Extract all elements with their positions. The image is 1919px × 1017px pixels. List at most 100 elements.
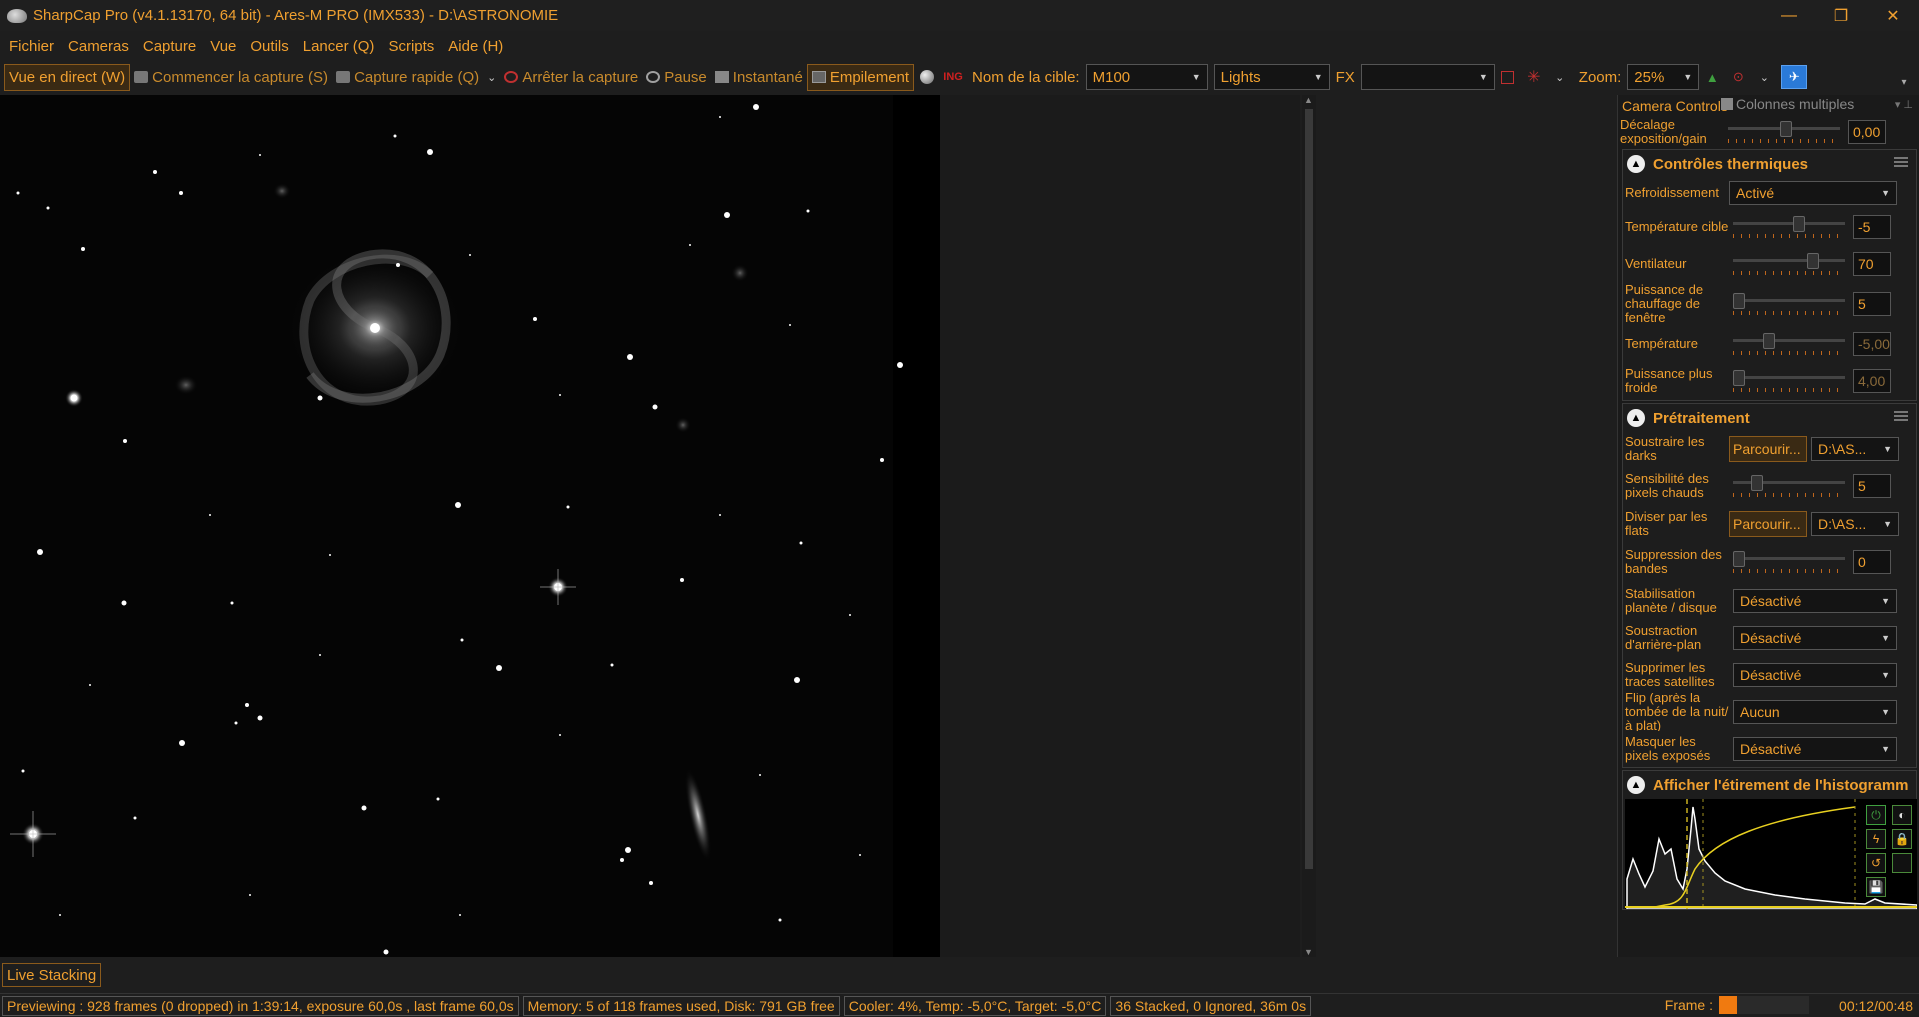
thermal-header[interactable]: ▲ Contrôles thermiques [1623, 150, 1916, 178]
hot-pixels-value[interactable]: 5 [1853, 474, 1891, 498]
flip-select[interactable]: Aucun ▼ [1733, 700, 1897, 724]
satellite-select[interactable]: Désactivé ▼ [1733, 662, 1897, 687]
viewport-scrollbar[interactable]: ▲ ▼ [1302, 95, 1316, 957]
menu-fichier[interactable]: Fichier [2, 38, 61, 55]
darks-path-select[interactable]: D:\AS... ▼ [1811, 437, 1899, 461]
heater-row: Puissance de chauffage de fenêtre 5 [1623, 282, 1916, 326]
frame-type-combo[interactable]: Lights ▼ [1213, 64, 1330, 90]
stop-capture-button[interactable]: Arrêter la capture [500, 64, 642, 91]
chevron-up-icon[interactable]: ▲ [1627, 776, 1645, 794]
hamburger-menu-icon[interactable] [1894, 411, 1908, 421]
flats-path-select[interactable]: D:\AS... ▼ [1811, 512, 1899, 536]
preprocessing-header[interactable]: ▲ Prétraitement [1623, 404, 1916, 432]
pin-icon[interactable]: ▾ ⊥ [1895, 98, 1913, 111]
flats-browse-button[interactable]: Parcourir... [1729, 511, 1807, 537]
snapshot-button[interactable]: Instantané [711, 64, 807, 91]
menu-scripts[interactable]: Scripts [381, 38, 441, 55]
stacked-image [0, 95, 940, 957]
histogram-header[interactable]: ▲ Afficher l'étirement de l'histogramm [1623, 771, 1916, 799]
menu-lancer[interactable]: Lancer (Q) [296, 38, 382, 55]
save-icon[interactable]: 💾 [1866, 877, 1886, 897]
chevron-down-icon[interactable]: ⌄ [1755, 68, 1773, 86]
fx-combo[interactable]: ▼ [1360, 64, 1495, 90]
background-row: Soustraction d'arrière-plan Désactivé ▼ [1623, 619, 1916, 656]
histogram-power-icon[interactable]: ⏻ [1866, 805, 1886, 825]
menu-outils[interactable]: Outils [243, 38, 295, 55]
stabilization-value: Désactivé [1740, 592, 1802, 609]
chevron-down-icon[interactable]: ⌄ [1551, 68, 1569, 86]
fan-value[interactable]: 70 [1853, 252, 1891, 276]
menu-capture[interactable]: Capture [136, 38, 203, 55]
toolbar-overflow-icon[interactable]: ▾ [1895, 73, 1913, 91]
reset-icon[interactable]: ↺ [1866, 853, 1886, 873]
restore-button[interactable]: ❐ [1815, 0, 1867, 31]
chevron-up-icon[interactable]: ▲ [1627, 409, 1645, 427]
histogram-icon[interactable]: ▲ [1703, 68, 1721, 86]
fan-slider[interactable] [1731, 251, 1847, 277]
quick-capture-button[interactable]: Capture rapide (Q) [332, 64, 483, 91]
mask-value: Désactivé [1740, 741, 1802, 757]
start-capture-button[interactable]: Commencer la capture (S) [130, 64, 332, 91]
histogram-display[interactable]: ⏻ ◐ ϟ 🔒 ↺ 💾 [1625, 799, 1917, 909]
target-temp-value[interactable]: -5 [1853, 215, 1891, 239]
banding-row: Suppression des bandes 0 [1623, 542, 1916, 582]
astro-image-svg [0, 95, 940, 957]
contrast-icon[interactable]: ◐ [1892, 805, 1912, 825]
heater-slider[interactable] [1731, 291, 1847, 317]
target-temp-slider[interactable] [1731, 214, 1847, 240]
crosshair-icon[interactable]: ✳ [1525, 68, 1543, 86]
menu-aide[interactable]: Aide (H) [441, 38, 510, 55]
menu-vue[interactable]: Vue [203, 38, 243, 55]
temperature-value: -5,00 [1853, 332, 1891, 356]
stop-capture-label: Arrêter la capture [522, 68, 639, 86]
cooling-select[interactable]: Activé ▼ [1729, 181, 1897, 205]
scrollbar-thumb[interactable] [1305, 109, 1313, 869]
heater-label: Puissance de chauffage de fenêtre [1625, 282, 1704, 325]
cooling-value: Activé [1736, 185, 1775, 201]
histogram-title: Afficher l'étirement de l'histogramm [1653, 776, 1909, 794]
hot-pixels-slider[interactable] [1731, 473, 1847, 499]
close-button[interactable]: ✕ [1867, 0, 1919, 31]
exposure-offset-slider[interactable] [1726, 119, 1842, 145]
chevron-up-icon[interactable]: ▲ [1627, 155, 1645, 173]
hot-pixels-label: Sensibilité des pixels chauds [1625, 471, 1709, 500]
lock-icon[interactable]: 🔒 [1892, 829, 1912, 849]
background-select[interactable]: Désactivé ▼ [1733, 625, 1897, 650]
banding-slider[interactable] [1731, 549, 1847, 575]
banding-value[interactable]: 0 [1853, 550, 1891, 574]
flats-row: Diviser par les flats Parcourir... D:\AS… [1623, 506, 1916, 542]
darks-browse-button[interactable]: Parcourir... [1729, 436, 1807, 462]
hot-pixels-row: Sensibilité des pixels chauds 5 [1623, 466, 1916, 506]
planet-icon[interactable] [918, 68, 936, 86]
heater-value[interactable]: 5 [1853, 292, 1891, 316]
auto-stretch-icon[interactable]: ϟ [1866, 829, 1886, 849]
multi-columns-toggle[interactable]: Colonnes multiples [1721, 96, 1854, 112]
menu-cameras[interactable]: Cameras [61, 38, 136, 55]
window-title: SharpCap Pro (v4.1.13170, 64 bit) - Ares… [33, 7, 559, 24]
focus-assist-icon[interactable]: ⊙ [1729, 68, 1747, 86]
exposure-offset-value[interactable]: 0,00 [1848, 120, 1886, 144]
target-name-combo[interactable]: M100 ▼ [1085, 64, 1208, 90]
thermal-title: Contrôles thermiques [1653, 155, 1809, 173]
minimize-button[interactable]: — [1763, 0, 1815, 31]
scroll-up-icon[interactable]: ▲ [1304, 95, 1313, 105]
video-camera-icon [336, 71, 351, 83]
title-bar: SharpCap Pro (v4.1.13170, 64 bit) - Ares… [0, 0, 1919, 31]
scroll-down-icon[interactable]: ▼ [1304, 947, 1313, 957]
zoom-combo[interactable]: 25% ▼ [1627, 64, 1700, 90]
stacking-button[interactable]: Empilement [806, 63, 915, 91]
stack-icon [811, 71, 826, 83]
hamburger-menu-icon[interactable] [1894, 157, 1908, 167]
image-viewport[interactable] [0, 95, 1300, 957]
live-stacking-tab[interactable]: Live Stacking [2, 963, 102, 987]
quick-capture-dropdown[interactable]: ⌄ [483, 64, 500, 91]
stabilization-select[interactable]: Désactivé ▼ [1733, 588, 1897, 613]
ai-tools-icon[interactable]: ✈ [1781, 65, 1808, 89]
live-view-button[interactable]: Vue en direct (W) [4, 63, 131, 91]
selection-area-icon[interactable] [1499, 68, 1517, 86]
pause-button[interactable]: Pause [642, 64, 711, 91]
no-guiding-icon[interactable]: ING [943, 68, 963, 86]
fan-label: Ventilateur [1625, 256, 1687, 271]
chevron-down-icon: ▼ [1883, 519, 1892, 529]
mask-select[interactable]: Désactivé ▼ [1733, 737, 1897, 761]
